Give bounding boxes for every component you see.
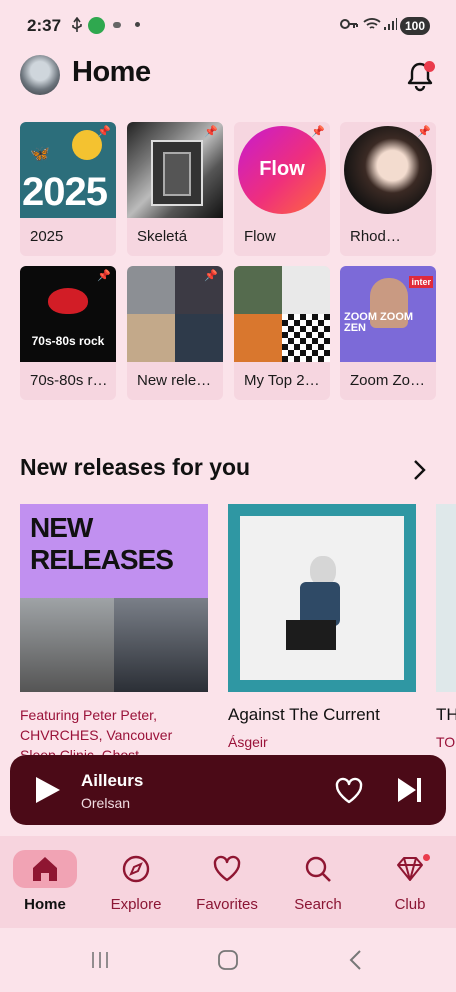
- lips-icon: [48, 288, 88, 314]
- cover-text: 70s-80s rock: [31, 334, 105, 348]
- podcast-cover: inter ZOOM ZOOM ZEN: [340, 266, 436, 362]
- search-icon: [305, 856, 331, 882]
- home-icon: [33, 857, 57, 881]
- club-badge: [423, 854, 430, 861]
- release-title: TH: [436, 705, 456, 724]
- mini-player[interactable]: Ailleurs Orelsan: [10, 755, 446, 825]
- wifi-icon: [363, 17, 381, 36]
- heart-icon: [335, 777, 363, 804]
- chevron-right-icon: [414, 460, 426, 480]
- favorite-button[interactable]: [334, 777, 364, 805]
- cover-text: NEW RELEASES: [30, 512, 174, 575]
- skip-next-icon: [398, 778, 421, 802]
- back-icon: [349, 950, 361, 970]
- pin-icon: 📌: [204, 270, 218, 282]
- pin-icon: 📌: [97, 270, 111, 282]
- recents-icon: [92, 952, 108, 968]
- nav-label: Favorites: [196, 896, 258, 913]
- track-artist: Orelsan: [81, 795, 131, 811]
- more-dot-icon: [135, 22, 140, 27]
- pin-icon: 📌: [417, 126, 431, 138]
- tile-rhod[interactable]: 📌 Rhod…: [340, 122, 436, 256]
- tile-skeleta[interactable]: 📌 Skeletá: [127, 122, 223, 256]
- release-artist: Ásgeir: [228, 734, 268, 750]
- battery-indicator: 100: [399, 17, 430, 35]
- tile-2025[interactable]: 🦋 2025 📌 2025: [20, 122, 116, 256]
- track-title: Ailleurs: [81, 771, 144, 790]
- tile-label: New rele…: [137, 372, 212, 389]
- release-cover: [228, 504, 416, 692]
- back-button[interactable]: [346, 949, 366, 971]
- nav-label: Explore: [110, 896, 162, 913]
- butterfly-icon: 🦋: [30, 146, 50, 163]
- release-artist: TO: [436, 734, 456, 750]
- pin-icon: 📌: [311, 126, 325, 138]
- next-button[interactable]: [396, 776, 424, 804]
- release-title: Against The Current: [228, 705, 380, 724]
- status-time: 2:37: [27, 16, 62, 35]
- notification-badge: [424, 61, 435, 72]
- tile-label: Skeletá: [137, 228, 188, 245]
- nav-label: Search: [294, 896, 342, 913]
- nav-item-search[interactable]: Search: [278, 850, 358, 920]
- tile-zoom-zoom-zen[interactable]: inter ZOOM ZOOM ZEN Zoom Zo…: [340, 266, 436, 400]
- cover-text: 2025: [22, 170, 108, 214]
- page-title: Home: [72, 56, 151, 88]
- tile-70s-80s-rock[interactable]: 70s-80s rock 📌 70s-80s r…: [20, 266, 116, 400]
- nav-item-home[interactable]: Home: [5, 850, 85, 920]
- nav-item-explore[interactable]: Explore: [96, 850, 176, 920]
- signal-icon: [383, 17, 397, 36]
- status-bar: 2:37 100: [0, 0, 456, 50]
- recent-apps-button[interactable]: [90, 950, 110, 970]
- nav-item-home-indicator: [13, 850, 77, 888]
- tile-label: Flow: [244, 228, 276, 245]
- cloud-icon: [113, 22, 121, 28]
- key-icon: [340, 17, 358, 36]
- tile-new-releases[interactable]: 📌 New rele…: [127, 266, 223, 400]
- diamond-icon: [397, 857, 423, 881]
- explore-icon-wrap: [104, 850, 168, 888]
- system-navigation-bar: [0, 928, 456, 992]
- usb-icon: [71, 16, 83, 38]
- play-icon: [36, 777, 60, 803]
- tile-flow[interactable]: Flow 📌 Flow: [234, 122, 330, 256]
- cover-text: ZOOM ZOOM ZEN: [344, 311, 414, 334]
- favorites-icon-wrap: [195, 850, 259, 888]
- cover-text: Flow: [259, 158, 305, 180]
- play-button[interactable]: [32, 775, 62, 805]
- compass-icon: [122, 855, 150, 883]
- nav-item-favorites[interactable]: Favorites: [187, 850, 267, 920]
- nav-label: Club: [394, 896, 426, 913]
- club-icon-wrap: [378, 850, 442, 888]
- tile-label: 70s-80s r…: [30, 372, 108, 389]
- nav-item-club[interactable]: Club: [370, 850, 450, 920]
- section-title: New releases for you: [20, 454, 251, 480]
- release-cover: NEW RELEASES: [20, 504, 208, 692]
- app-notification-icon: [88, 17, 105, 34]
- release-card[interactable]: TH TO: [436, 504, 456, 764]
- avatar[interactable]: [20, 55, 60, 95]
- pin-icon: 📌: [97, 126, 111, 138]
- station-badge: inter: [409, 276, 433, 288]
- playlist-cover: [234, 266, 330, 362]
- tile-label: Zoom Zo…: [350, 372, 426, 389]
- tile-label: 2025: [30, 228, 64, 245]
- release-subtitle: Featuring Peter Peter, CHVRCHES, Vancouv…: [20, 707, 173, 755]
- tile-label: Rhod…: [350, 228, 401, 245]
- tile-my-top[interactable]: My Top 2…: [234, 266, 330, 400]
- search-icon-wrap: [286, 850, 350, 888]
- tile-label: My Top 2…: [244, 372, 320, 389]
- pin-icon: 📌: [204, 126, 218, 138]
- heart-icon: [213, 855, 241, 882]
- nav-label: Home: [24, 896, 66, 913]
- see-all-button[interactable]: [410, 458, 428, 482]
- system-home-button[interactable]: [217, 949, 239, 971]
- release-cover: [436, 504, 456, 692]
- home-square-icon: [218, 950, 238, 970]
